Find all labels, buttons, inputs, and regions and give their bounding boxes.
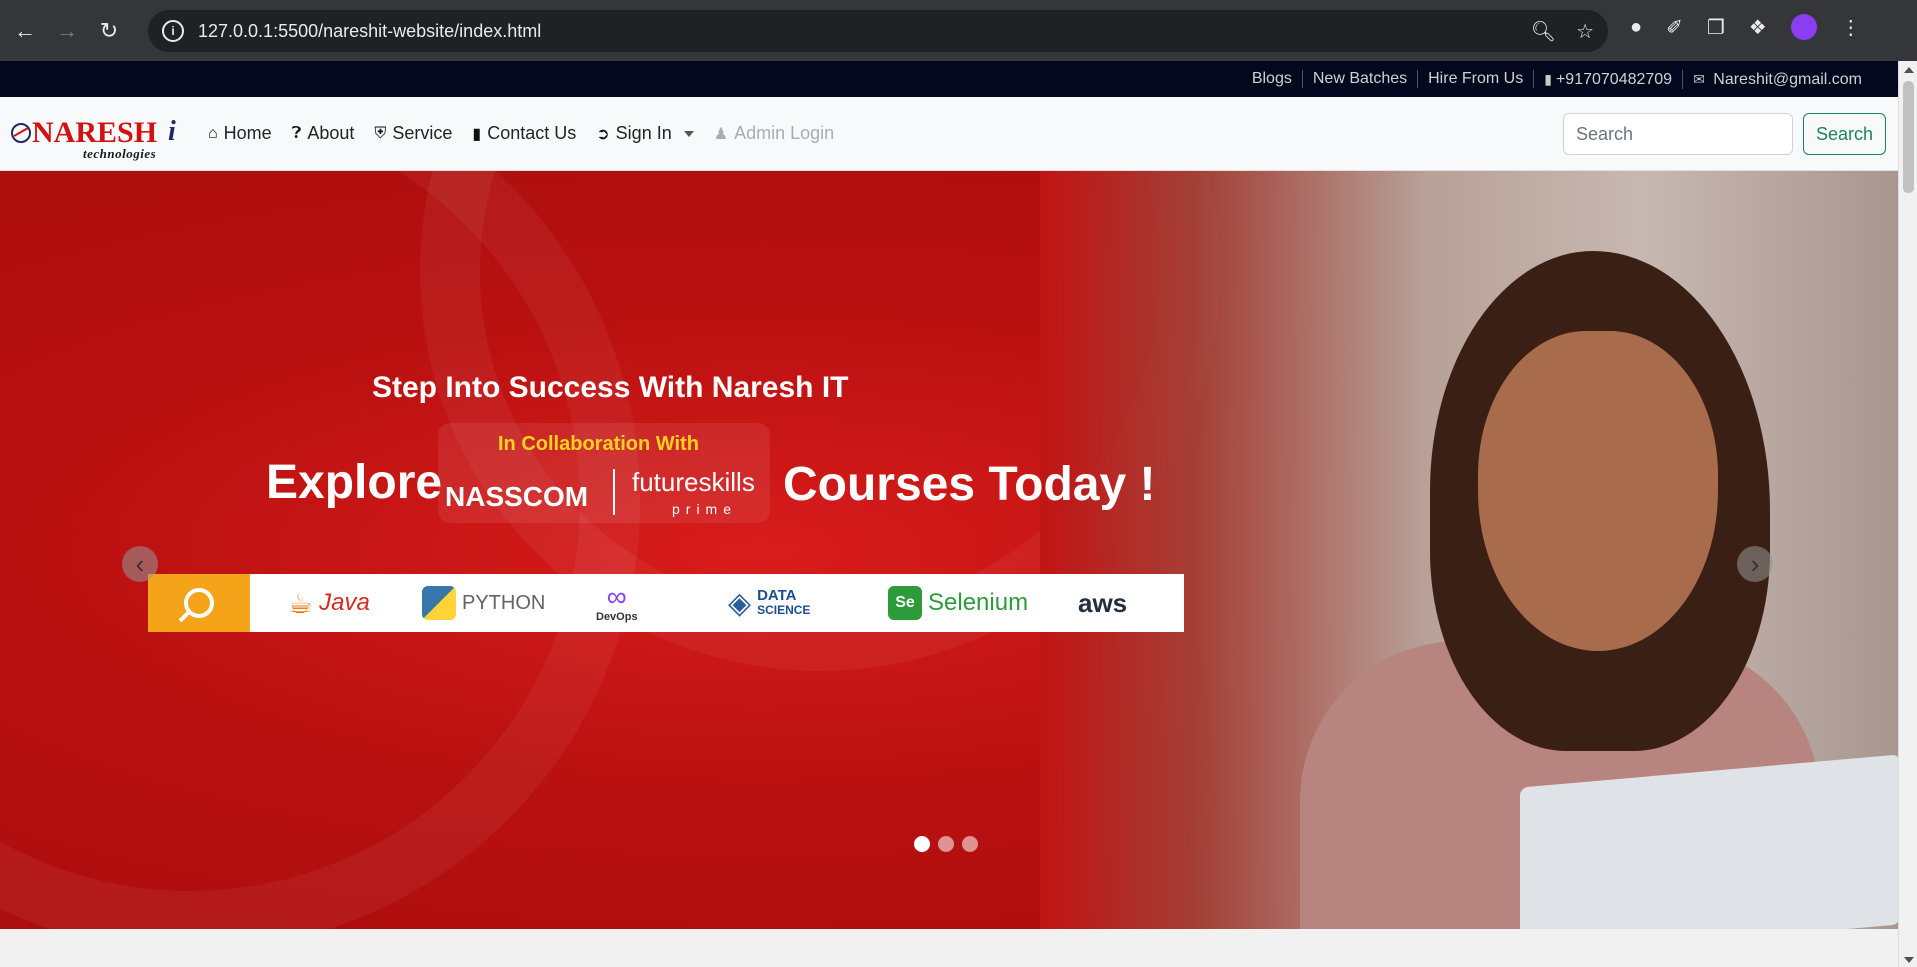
url-text: 127.0.0.1:5500/nareshit-website/index.ht… (198, 20, 542, 41)
profile-avatar[interactable] (1790, 14, 1817, 40)
scroll-down-icon[interactable] (1904, 957, 1914, 963)
page-scrollbar[interactable] (1898, 61, 1917, 967)
sign-in-icon: ➲ (596, 125, 610, 143)
eyedropper-icon[interactable]: ✐ (1666, 15, 1683, 40)
futureskills-prime: prime (672, 501, 738, 517)
nav-home[interactable]: ⌂ Home (208, 123, 272, 144)
page-below-hero (0, 929, 1898, 967)
reload-icon[interactable]: ↻ (92, 14, 126, 48)
bookmark-star-icon[interactable]: ☆ (1576, 19, 1594, 44)
nasscom-logo: NASSCOM (445, 481, 589, 512)
search-icon (148, 574, 250, 632)
carousel-indicator-2[interactable] (938, 836, 954, 852)
scroll-up-icon[interactable] (1904, 67, 1914, 73)
new-batches-link[interactable]: New Batches (1303, 70, 1419, 88)
chevron-right-icon: › (1750, 548, 1760, 579)
logo-brand: NARESH (32, 115, 158, 149)
tech-selenium: Se Selenium (888, 586, 1028, 620)
nav-about[interactable]: ❓︎ About (292, 123, 355, 144)
extension-icon[interactable]: ● (1630, 16, 1642, 39)
chevron-down-icon (683, 130, 694, 137)
carousel-indicator-3[interactable] (962, 836, 978, 852)
courses-text: Courses Today ! (783, 458, 1156, 511)
zoom-icon[interactable]: 🔍︎ (1531, 19, 1556, 44)
logo-divider (613, 469, 615, 515)
home-icon: ⌂ (208, 124, 218, 142)
hero-carousel: Step Into Success With Naresh IT In Coll… (0, 171, 1898, 929)
infinity-icon: ∞ (606, 581, 627, 612)
user-gear-icon: ♟ (713, 125, 729, 143)
java-cup-icon: ☕︎ (288, 587, 314, 619)
forward-icon[interactable]: → (50, 14, 84, 48)
tech-aws: aws (1078, 587, 1128, 618)
nav-contact[interactable]: ▮ Contact Us (472, 123, 576, 144)
logo-mark-icon (11, 122, 31, 143)
selenium-icon: Se (888, 586, 922, 620)
email-link[interactable]: ✉ Nareshit@gmail.com (1683, 70, 1872, 89)
phone-icon: ▮ (1544, 70, 1552, 87)
browser-toolbar: ← → ↻ i 127.0.0.1:5500/nareshit-website/… (0, 0, 1917, 61)
logo-subtitle: technologies (83, 145, 157, 161)
envelope-icon: ✉ (1693, 70, 1705, 87)
explore-text: Explore (266, 456, 443, 509)
menu-kebab-icon[interactable]: ⋮ (1841, 15, 1861, 40)
nav-menu: ⌂ Home ❓︎ About ⛨ Service ▮ Contact Us ➲ Sign… (208, 123, 834, 144)
site-info-icon[interactable]: i (162, 20, 184, 42)
hire-from-us-link[interactable]: Hire From Us (1418, 70, 1535, 88)
back-icon[interactable]: ← (8, 14, 42, 48)
carousel-next-button[interactable]: › (1737, 546, 1773, 582)
carousel-prev-button[interactable]: ‹ (122, 546, 158, 582)
tech-python: PYTHON (422, 586, 545, 620)
nav-admin-login[interactable]: ♟ Admin Login (714, 123, 834, 144)
search-form: Search (1562, 113, 1886, 155)
blogs-link[interactable]: Blogs (1242, 70, 1303, 88)
nav-sign-in-dropdown[interactable]: ➲ Sign In (596, 123, 694, 144)
search-input[interactable] (1562, 113, 1793, 155)
logo[interactable]: NARESH i technologies (10, 108, 182, 161)
shield-icon: ⛨ (374, 124, 387, 142)
top-info-bar: Blogs New Batches Hire From Us ▮ +9170704… (0, 61, 1898, 97)
tech-devops: ∞ DevOps (596, 581, 638, 624)
nav-service[interactable]: ⛨ Service (374, 123, 452, 144)
tech-strip: ☕︎ Java PYTHON ∞ DevOps ◈ DATA SCIENCE Se… (148, 574, 1184, 632)
hero-headline: Step Into Success With Naresh IT (372, 371, 849, 404)
data-globe-icon: ◈ (728, 586, 752, 620)
phone-icon: ▮ (472, 125, 482, 143)
scrollbar-thumb[interactable] (1903, 81, 1914, 193)
puzzle-icon[interactable]: ❖ (1749, 15, 1767, 40)
hero-person-face (1478, 331, 1718, 651)
carousel-indicator-1[interactable] (914, 836, 930, 852)
tech-java: ☕︎ Java (288, 587, 370, 619)
address-bar[interactable]: i 127.0.0.1:5500/nareshit-website/index.… (148, 10, 1608, 52)
search-button[interactable]: Search (1802, 113, 1886, 155)
main-navbar: NARESH i technologies ⌂ Home ❓︎ About ⛨ Ser… (0, 97, 1898, 171)
python-icon (422, 586, 456, 620)
futureskills-logo: futureskills (632, 467, 755, 497)
web-page: Blogs New Batches Hire From Us ▮ +9170704… (0, 61, 1898, 967)
tech-data-science: ◈ DATA SCIENCE (728, 586, 811, 620)
chevron-left-icon: ‹ (135, 548, 145, 579)
collab-text: In Collaboration With (498, 433, 699, 455)
carousel-indicators (914, 836, 978, 852)
copy-extension-icon[interactable]: ❐ (1707, 15, 1725, 40)
question-circle-icon: ❓︎ (291, 124, 302, 142)
logo-brand-i: i (168, 115, 176, 147)
phone-link[interactable]: ▮ +917070482709 (1534, 69, 1684, 89)
